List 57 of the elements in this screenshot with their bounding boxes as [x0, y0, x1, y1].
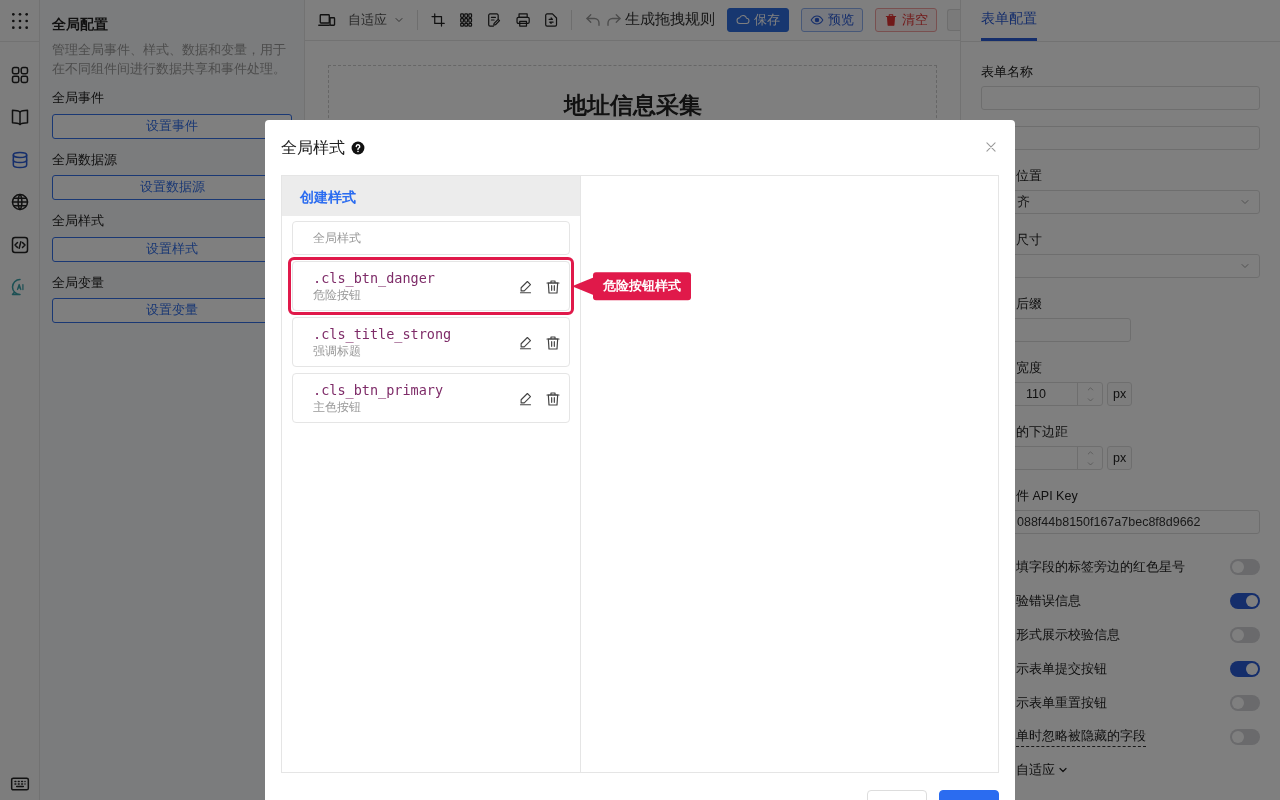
section-label: 全局变量 [52, 274, 105, 292]
toggle-label: 形式展示校验信息 [1016, 626, 1120, 644]
panel-title: 全局配置 [52, 15, 109, 34]
field-label: 后缀 [1015, 296, 1043, 313]
toggle-label: 示表单重置按钮 [1016, 694, 1107, 712]
file-swap-icon[interactable] [542, 11, 560, 29]
printer-icon[interactable] [514, 11, 531, 29]
cloud-icon [736, 13, 751, 27]
crop-frame-icon[interactable] [429, 11, 447, 29]
section-label: 全局样式 [52, 213, 105, 230]
unit-label: px [1107, 446, 1133, 470]
style-description: 强调标题 [313, 343, 362, 359]
field-label: 位置 [1015, 168, 1043, 185]
settings-button[interactable]: 设置事件 [52, 113, 292, 139]
form-title: 地址信息采集 [562, 91, 703, 120]
trash-icon [884, 13, 899, 27]
toggle-label: 填字段的标签旁边的红色星号 [1016, 558, 1185, 576]
dialog-title: 全局样式 [281, 137, 345, 158]
style-list-item[interactable]: 全局样式 [292, 221, 570, 255]
style-list-item[interactable]: .cls_title_strong 强调标题 [292, 317, 570, 367]
apps-icon[interactable] [9, 10, 30, 31]
book-icon[interactable] [9, 107, 30, 128]
edit-note-icon[interactable] [486, 11, 503, 29]
preview-button[interactable]: 预览 [801, 8, 864, 32]
generate-rules-link[interactable]: 生成拖拽规则 [625, 9, 716, 31]
toggle-switch[interactable] [1230, 593, 1260, 609]
style-class-name: .cls_btn_danger [313, 269, 435, 287]
style-description: 主色按钮 [313, 399, 362, 415]
eye-icon [810, 13, 825, 27]
field-label: 的下边距 [1015, 424, 1069, 441]
field-label: 宽度 [1015, 360, 1043, 377]
unit-label: px [1107, 382, 1133, 406]
grid-icon[interactable] [9, 64, 30, 85]
code-icon[interactable] [9, 234, 30, 255]
device-select[interactable]: 自适应 [348, 10, 406, 30]
grid-icon[interactable] [458, 11, 475, 29]
style-class-name: .cls_title_strong [313, 325, 452, 343]
globe-icon[interactable] [9, 192, 30, 213]
create-style-button[interactable]: 创建样式 [282, 176, 580, 216]
section-label: 全局数据源 [52, 151, 118, 169]
style-list-item[interactable]: .cls_btn_danger 危险按钮 [292, 261, 570, 311]
save-button[interactable]: 保存 [727, 8, 790, 32]
style-class-name: .cls_btn_primary [313, 381, 444, 399]
clear-button[interactable]: 清空 [875, 8, 938, 32]
panel-tab[interactable]: 表单配置 [981, 7, 1037, 41]
toggle-label: 验错误信息 [1016, 592, 1081, 610]
help-icon[interactable] [351, 140, 365, 155]
toggle-label: 单时忽略被隐藏的字段 [1016, 727, 1146, 747]
style-description: 危险按钮 [313, 287, 362, 303]
field-label: 表单名称 [981, 64, 1034, 81]
field-label: 件 API Key [1015, 488, 1079, 505]
display-mode-link[interactable]: 自适应 [981, 754, 1260, 786]
toggle-label: 示表单提交按钮 [1016, 660, 1107, 678]
toggle-switch[interactable] [1230, 661, 1260, 677]
style-list-item[interactable]: .cls_btn_primary 主色按钮 [292, 373, 570, 423]
section-label: 全局事件 [52, 90, 105, 107]
field-label: 尺寸 [1015, 232, 1043, 249]
